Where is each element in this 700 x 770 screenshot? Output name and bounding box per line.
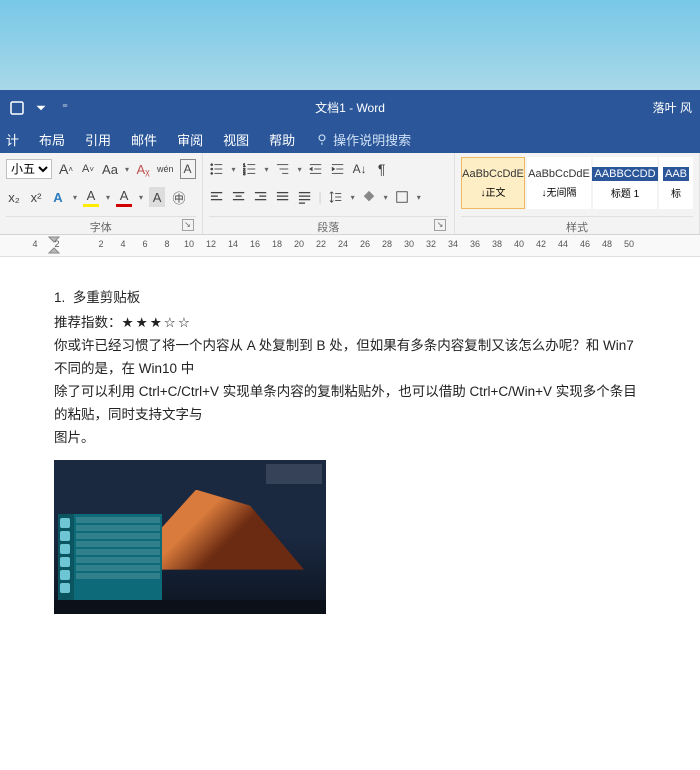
font-dialog-launcher[interactable]: ↘ xyxy=(182,219,194,231)
tab-help[interactable]: 帮助 xyxy=(269,130,295,149)
qat-more-icon[interactable]: ⁼ xyxy=(56,99,74,117)
borders-button[interactable] xyxy=(394,187,410,207)
numbering-button[interactable]: 123 xyxy=(242,159,258,179)
lightbulb-icon xyxy=(315,132,329,146)
highlight-button[interactable]: A xyxy=(83,187,99,207)
clear-format-button[interactable]: Aᵪ xyxy=(135,159,151,179)
tell-me-search[interactable]: 操作说明搜索 xyxy=(315,130,411,149)
char-shading-button[interactable]: A xyxy=(149,187,165,207)
tab-design[interactable]: 计 xyxy=(6,130,19,149)
decrease-indent-button[interactable] xyxy=(308,159,324,179)
align-left-button[interactable] xyxy=(209,187,225,207)
tab-mailings[interactable]: 邮件 xyxy=(131,130,157,149)
ruler-numbers: 4224681012141618202224262830323436384042… xyxy=(0,239,700,249)
style-heading2[interactable]: AAB 标 xyxy=(659,157,693,209)
tab-view[interactable]: 视图 xyxy=(223,130,249,149)
tab-references[interactable]: 引用 xyxy=(85,130,111,149)
char-border-button[interactable]: A xyxy=(180,159,196,179)
start-menu xyxy=(58,514,162,600)
align-right-button[interactable] xyxy=(253,187,269,207)
superscript-button[interactable]: x² xyxy=(28,187,44,207)
paragraph-line-3: 图片。 xyxy=(54,427,646,450)
group-label-font: 字体↘ xyxy=(6,216,196,234)
list-item-1: 1. 多重剪贴板 xyxy=(54,287,646,310)
paragraph-dialog-launcher[interactable]: ↘ xyxy=(434,219,446,231)
qat-dropdown-icon[interactable] xyxy=(32,99,50,117)
tell-me-label: 操作说明搜索 xyxy=(333,130,411,149)
style-normal[interactable]: AaBbCcDdE ↓正文 xyxy=(461,157,525,209)
rating-line: 推荐指数：★★★☆☆ xyxy=(54,312,646,335)
justify-button[interactable] xyxy=(275,187,291,207)
grow-font-button[interactable]: A˄ xyxy=(58,159,74,179)
taskbar xyxy=(54,600,326,614)
tab-review[interactable]: 审阅 xyxy=(177,130,203,149)
ribbon-tabs: 计 布局 引用 邮件 审阅 视图 帮助 操作说明搜索 xyxy=(0,125,700,153)
paragraph-line-1: 你或许已经习惯了将一个内容从 A 处复制到 B 处，但如果有多条内容复制又该怎么… xyxy=(54,335,646,381)
tab-layout[interactable]: 布局 xyxy=(39,130,65,149)
weather-widget xyxy=(266,464,322,484)
group-paragraph: ▾ 123▾ ▾ A↓ ¶ | ▾ ▾ ▾ 段落↘ xyxy=(203,153,455,234)
multilevel-button[interactable] xyxy=(275,159,291,179)
style-heading1[interactable]: AABBCCDD 标题 1 xyxy=(593,157,657,209)
document-title: 文档1 - Word xyxy=(315,99,385,116)
align-center-button[interactable] xyxy=(231,187,247,207)
group-font: 小五 A˄ A˅ Aa▾ Aᵪ wén A x₂ x² A▾ A▾ A▾ A ㊥… xyxy=(0,153,203,234)
enclose-char-button[interactable]: ㊥ xyxy=(171,187,187,207)
font-color-button[interactable]: A xyxy=(116,187,132,207)
horizontal-ruler[interactable]: 4224681012141618202224262830323436384042… xyxy=(0,235,700,257)
title-bar: ⁼ 文档1 - Word 落叶 风 xyxy=(0,90,700,125)
style-no-spacing[interactable]: AaBbCcDdE ↓无间隔 xyxy=(527,157,591,209)
shrink-font-button[interactable]: A˅ xyxy=(80,159,96,179)
svg-text:3: 3 xyxy=(243,171,246,176)
ribbon: 小五 A˄ A˅ Aa▾ Aᵪ wén A x₂ x² A▾ A▾ A▾ A ㊥… xyxy=(0,153,700,235)
group-styles: AaBbCcDdE ↓正文 AaBbCcDdE ↓无间隔 AABBCCDD 标题… xyxy=(455,153,700,234)
group-label-styles: 样式 xyxy=(461,216,693,234)
user-name: 落叶 风 xyxy=(653,99,692,116)
font-size-select[interactable]: 小五 xyxy=(6,159,52,179)
line-spacing-button[interactable] xyxy=(328,187,344,207)
phonetic-guide-button[interactable]: wén xyxy=(157,159,174,179)
embedded-screenshot[interactable] xyxy=(54,460,326,614)
subscript-button[interactable]: x₂ xyxy=(6,187,22,207)
desktop-background xyxy=(0,0,700,90)
sort-button[interactable]: A↓ xyxy=(352,159,368,179)
distribute-button[interactable] xyxy=(297,187,313,207)
change-case-button[interactable]: Aa xyxy=(102,159,118,179)
increase-indent-button[interactable] xyxy=(330,159,346,179)
quick-access-toolbar: ⁼ xyxy=(0,99,74,117)
paragraph-line-2: 除了可以利用 Ctrl+C/Ctrl+V 实现单条内容的复制粘贴外，也可以借助 … xyxy=(54,381,646,427)
bullets-button[interactable] xyxy=(209,159,225,179)
group-label-paragraph: 段落↘ xyxy=(209,216,448,234)
autosave-icon[interactable] xyxy=(8,99,26,117)
shading-button[interactable] xyxy=(361,187,377,207)
text-effects-button[interactable]: A xyxy=(50,187,66,207)
document-body[interactable]: 1. 多重剪贴板 推荐指数：★★★☆☆ 你或许已经习惯了将一个内容从 A 处复制… xyxy=(0,257,700,614)
show-marks-button[interactable]: ¶ xyxy=(374,159,390,179)
